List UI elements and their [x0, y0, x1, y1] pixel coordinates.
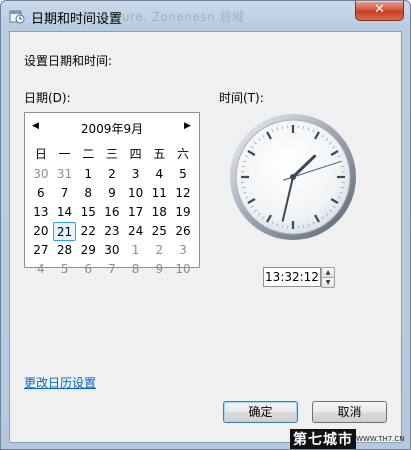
calendar-day[interactable]: 17: [124, 203, 148, 222]
calendar-day[interactable]: 28: [53, 241, 77, 260]
calendar-day[interactable]: 31: [53, 165, 77, 184]
background-title-text: ...ure. Zonenesn 局域: [109, 10, 245, 24]
calendar-day[interactable]: 29: [76, 241, 100, 260]
calendar-day[interactable]: 23: [100, 222, 124, 241]
calendar-grid: 日一二三四五六 30 31 1 2 3 4 5 6 7 8 9 10 11 12 13 14 15 16 17 18 19…: [29, 145, 195, 279]
month-title[interactable]: 2009年9月: [25, 120, 199, 137]
weekday-label: 日: [34, 147, 47, 161]
calendar-day[interactable]: 1: [76, 165, 100, 184]
calendar-day[interactable]: 19: [171, 203, 195, 222]
calendar-day[interactable]: 13: [29, 203, 53, 222]
weekday-label: 五: [153, 147, 166, 161]
calendar-day[interactable]: 27: [29, 241, 53, 260]
calendar-week-row: 20 21 22 23 24 25 26: [29, 222, 195, 241]
calendar-day[interactable]: 26: [171, 222, 195, 241]
date-label: 日期(D):: [24, 91, 71, 105]
watermark-logo: 第七城市: [290, 429, 356, 449]
calendar-day[interactable]: 3: [124, 165, 148, 184]
title-bar[interactable]: 日期和时间设置 ...ure. Zonenesn 局域 ✕: [1, 1, 410, 31]
calendar-day[interactable]: 2: [147, 241, 171, 260]
weekday-label: 二: [82, 147, 95, 161]
calendar-day[interactable]: 9: [147, 260, 171, 279]
close-button[interactable]: ✕: [355, 1, 404, 21]
weekday-label: 一: [58, 147, 71, 161]
calendar-day[interactable]: 2: [100, 165, 124, 184]
section-heading: 设置日期和时间:: [24, 54, 113, 68]
weekday-header: 日一二三四五六: [29, 145, 195, 165]
calendar-week-row: 27 28 29 30 1 2 3: [29, 241, 195, 260]
calendar-day[interactable]: 24: [124, 222, 148, 241]
time-label: 时间(T):: [219, 91, 264, 105]
ok-button[interactable]: 确定: [223, 401, 298, 423]
calendar-day[interactable]: 10: [171, 260, 195, 279]
calendar-week-row: 6 7 8 9 10 11 12: [29, 184, 195, 203]
calendar-day[interactable]: 12: [171, 184, 195, 203]
calendar-day[interactable]: 5: [53, 260, 77, 279]
spin-down-button[interactable]: ▼: [321, 277, 335, 288]
calendar-day[interactable]: 5: [171, 165, 195, 184]
calendar-day[interactable]: 30: [100, 241, 124, 260]
calendar-day[interactable]: 7: [53, 184, 77, 203]
weekday-label: 三: [105, 147, 118, 161]
dialog-window: 日期和时间设置 ...ure. Zonenesn 局域 ✕ 设置日期和时间: 日…: [0, 0, 411, 450]
calendar-day[interactable]: 20: [29, 222, 53, 241]
close-icon: ✕: [374, 2, 385, 17]
calendar-day[interactable]: 7: [100, 260, 124, 279]
clock-center: [290, 174, 296, 180]
watermark-url: WWW.TH7.CN: [356, 435, 405, 443]
calendar-day-selected[interactable]: 21: [52, 222, 77, 241]
time-value: 13:32:12: [265, 270, 319, 284]
cancel-button[interactable]: 取消: [312, 401, 387, 423]
calendar-day[interactable]: 25: [147, 222, 171, 241]
calendar-day[interactable]: 8: [124, 260, 148, 279]
calendar-day[interactable]: 6: [29, 184, 53, 203]
calendar-day[interactable]: 8: [76, 184, 100, 203]
weekday-label: 四: [129, 147, 142, 161]
time-input[interactable]: 13:32:12: [263, 267, 321, 287]
calendar-week-row: 4 5 6 7 8 9 10: [29, 260, 195, 279]
calendar-day[interactable]: 22: [76, 222, 100, 241]
time-spinner: ▲ ▼: [321, 267, 335, 288]
calendar-day[interactable]: 14: [53, 203, 77, 222]
calendar-clock-icon: [9, 10, 25, 24]
change-calendar-settings-link[interactable]: 更改日历设置: [24, 374, 96, 391]
calendar-day[interactable]: 10: [124, 184, 148, 203]
calendar: ◀ 2009年9月 ▶ 日一二三四五六 30 31 1 2 3 4 5 6 7 8 9 10 11 12 13…: [24, 112, 200, 276]
calendar-day[interactable]: 18: [147, 203, 171, 222]
calendar-day[interactable]: 15: [76, 203, 100, 222]
calendar-week-row: 13 14 15 16 17 18 19: [29, 203, 195, 222]
calendar-day[interactable]: 30: [29, 165, 53, 184]
analog-clock: [230, 114, 356, 240]
calendar-day[interactable]: 3: [171, 241, 195, 260]
weekday-label: 六: [176, 147, 189, 161]
calendar-week-row: 30 31 1 2 3 4 5: [29, 165, 195, 184]
calendar-day[interactable]: 9: [100, 184, 124, 203]
calendar-day[interactable]: 11: [147, 184, 171, 203]
next-month-icon[interactable]: ▶: [184, 121, 191, 131]
calendar-day[interactable]: 16: [100, 203, 124, 222]
calendar-day[interactable]: 6: [76, 260, 100, 279]
calendar-day[interactable]: 4: [29, 260, 53, 279]
calendar-day[interactable]: 1: [124, 241, 148, 260]
dialog-body: 设置日期和时间: 日期(D): 时间(T): ◀ 2009年9月 ▶ 日一二三四…: [9, 31, 402, 443]
calendar-day[interactable]: 4: [147, 165, 171, 184]
